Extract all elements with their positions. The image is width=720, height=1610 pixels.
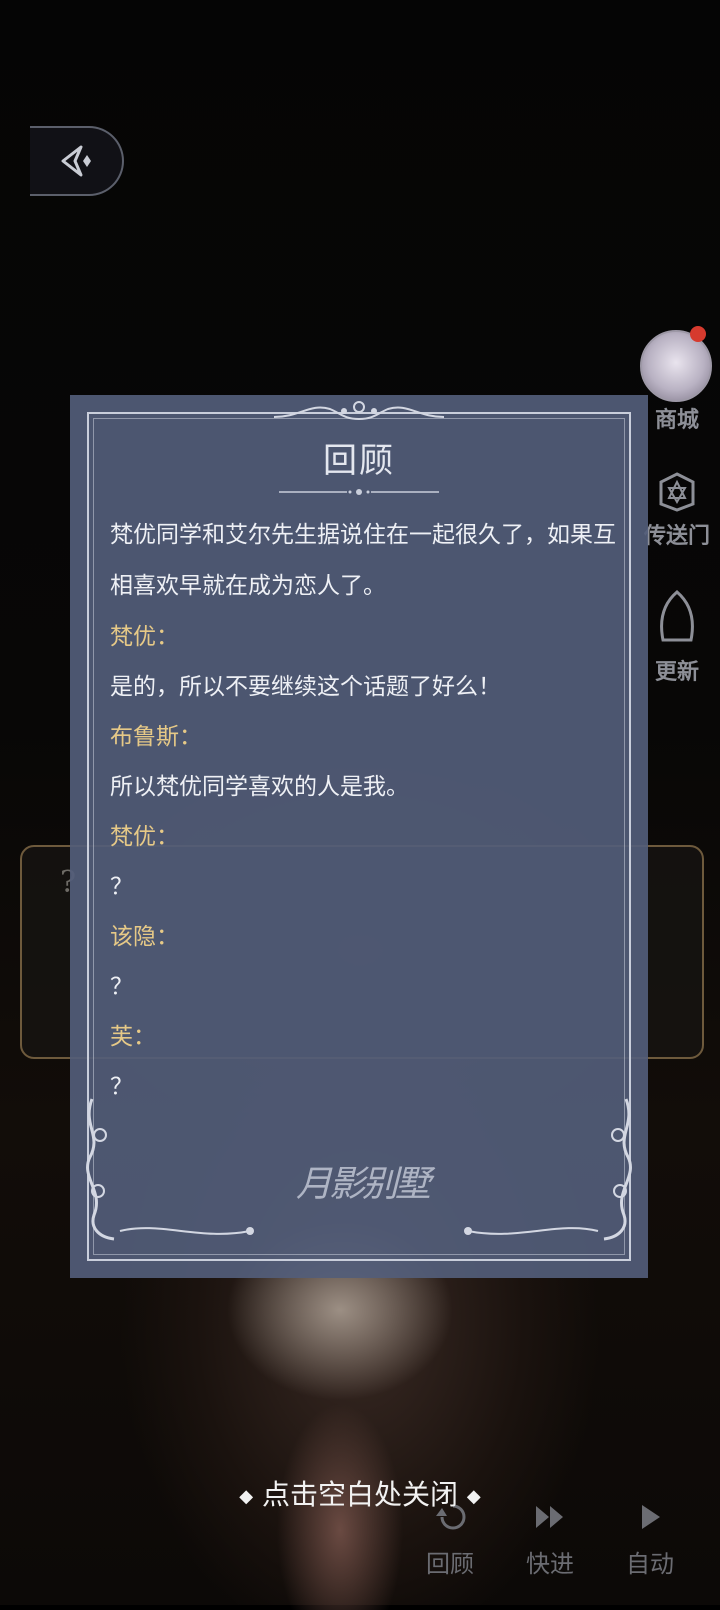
side-menu-label: 传送门	[643, 523, 710, 549]
close-hint-label: 点击空白处关闭	[261, 1478, 458, 1511]
side-menu-portal[interactable]: 传送门	[642, 470, 712, 550]
logo-watermark: 月影别墅	[296, 1164, 431, 1205]
log-speaker: 芙：	[110, 1024, 156, 1050]
back-button[interactable]	[30, 126, 124, 196]
review-log[interactable]: 梵优同学和艾尔先生据说住在一起很久了，如果互相喜欢早就在成为恋人了。 梵优： 是…	[110, 510, 618, 1112]
moon-update-icon	[660, 590, 694, 642]
log-line: 是的，所以不要继续这个话题了好么！	[110, 674, 501, 700]
log-line: ？	[110, 974, 133, 1000]
bottom-label: 回顾	[426, 1550, 474, 1578]
log-speaker: 梵优：	[110, 624, 179, 650]
notification-dot	[690, 326, 706, 342]
log-line: ？	[110, 874, 133, 900]
back-arrow-icon	[61, 145, 91, 177]
side-menu-label: 更新	[654, 659, 699, 685]
panel-title: 回顾	[323, 441, 395, 481]
log-line: 梵优同学和艾尔先生据说住在一起很久了，如果互相喜欢早就在成为恋人了。	[110, 522, 616, 599]
review-panel[interactable]: 回顾 梵优同学和艾尔先生据说住在一起很久了，如果互相喜欢早就在成为恋人了。 梵优…	[70, 395, 648, 1278]
review-button[interactable]: 回顾	[405, 1502, 495, 1579]
bottom-ornament-icon	[119, 1227, 599, 1235]
side-menu-label: 商城	[654, 407, 699, 433]
side-menu-shop[interactable]: 商城	[642, 402, 712, 434]
bottom-label: 自动	[626, 1550, 674, 1578]
close-hint[interactable]: ◆ 点击空白处关闭 ◆	[0, 1473, 720, 1513]
log-speaker: 布鲁斯：	[110, 724, 202, 750]
log-line: 所以梵优同学喜欢的人是我。	[110, 774, 409, 800]
log-speaker: 梵优：	[110, 824, 179, 850]
diamond-right-icon: ◆	[466, 1486, 481, 1507]
log-speaker: 该隐：	[110, 924, 179, 950]
auto-button[interactable]: 自动	[605, 1502, 695, 1579]
title-divider-icon	[279, 489, 439, 495]
star-portal-icon	[659, 472, 695, 512]
diamond-left-icon: ◆	[239, 1486, 254, 1507]
log-line: ？	[110, 1074, 133, 1100]
top-ornament-icon	[273, 401, 445, 421]
side-menu-update[interactable]: 更新	[642, 590, 712, 686]
fast-forward-button[interactable]: 快进	[505, 1502, 595, 1579]
bottom-label: 快进	[526, 1550, 574, 1578]
